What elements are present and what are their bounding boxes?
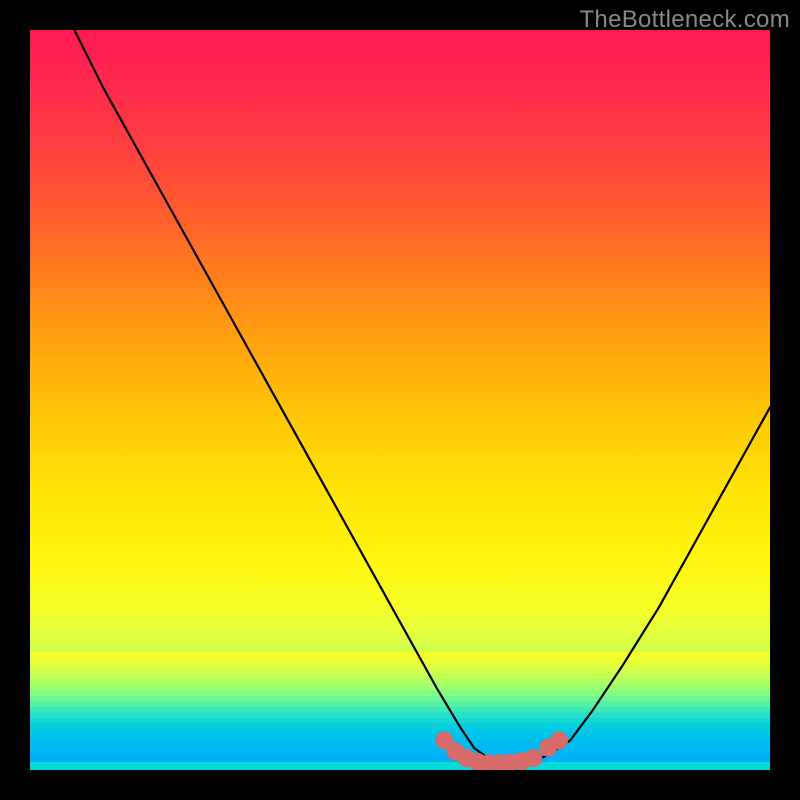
plot-area (30, 30, 770, 770)
bottleneck-curve (74, 30, 770, 763)
chart-frame: TheBottleneck.com (0, 0, 800, 800)
curve-overlay (30, 30, 770, 770)
bottom-marker-group (435, 731, 568, 770)
marker-dot (550, 731, 568, 749)
marker-dot (524, 749, 542, 767)
watermark-text: TheBottleneck.com (579, 6, 790, 34)
